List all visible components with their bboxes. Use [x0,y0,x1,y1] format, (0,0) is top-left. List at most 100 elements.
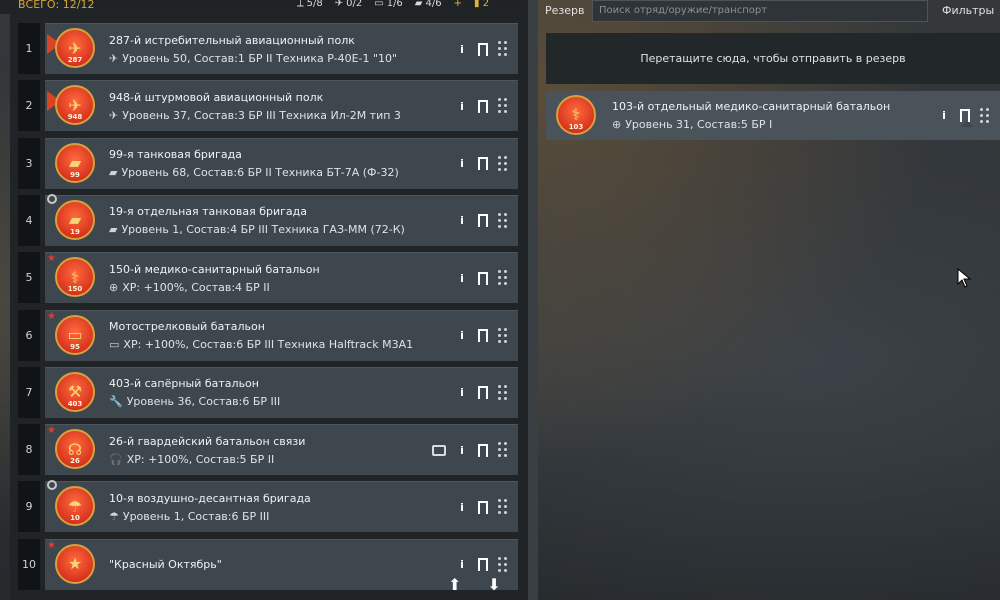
drag-handle-icon[interactable] [498,155,508,172]
plane-icon: ✈ [334,0,344,9]
squad-card[interactable]: ☂ 10 10-я воздушно-десантная бригада ☂ Урове… [45,480,518,533]
squad-row[interactable]: 2 ✈ 948 948-й штурмовой авиационный полк ✈ Ур… [18,80,518,132]
squad-actions: i [456,269,508,290]
squad-title: 99-я танковая бригада [109,148,242,162]
search-input[interactable]: Поиск отряд/оружие/транспорт [592,0,928,22]
ring-icon [47,193,57,204]
drag-handle-icon[interactable] [498,556,508,573]
squad-title: "Красный Октябрь" [109,558,222,572]
star-icon: ★ [47,253,56,265]
badge-number: 95 [70,342,80,351]
drag-handle-icon[interactable] [498,442,508,458]
squad-text: 26-й гвардейский батальон связи 🎧 XP: +100… [109,435,432,466]
bookmark-icon[interactable] [478,443,492,462]
badge-number: 287 [67,56,83,64]
squad-card[interactable]: ⚒ 403 403-й сапёрный батальон 🔧 Уровень 36, … [45,366,518,418]
squad-text: 287-й истребительный авиационный полк ✈ Ур… [109,34,456,65]
squad-actions: i [456,384,508,405]
parachute-icon: ☂ [109,509,119,523]
bookmark-icon[interactable] [478,271,492,290]
badge-number: 150 [67,285,83,294]
badge-number: 948 [67,113,83,122]
drag-handle-icon[interactable] [980,107,990,124]
move-down-arrow-icon[interactable]: ⬇ [487,575,500,594]
badge-number: 99 [70,170,80,179]
row-index: 1 [18,23,40,74]
squad-row[interactable]: 9 ☂ 10 10-я воздушно-десантная бригада ☂ Уров… [18,480,518,533]
reserve-drop-zone[interactable]: Перетащите сюда, чтобы отправить в резер… [546,33,1000,84]
info-icon[interactable]: i [456,498,468,516]
squad-row[interactable]: 4 ▰ 19 19-я отдельная танковая бригада ▰ Уров… [18,193,518,246]
unit-badge: ⚒ 403 [53,370,103,416]
squad-row[interactable]: 5 ★ ⚕ 150 150-й медико-санитарный батальон ⊕ X… [18,252,518,304]
info-icon[interactable]: i [938,107,950,125]
drag-handle-icon[interactable] [498,327,508,344]
drag-handle-icon[interactable] [498,270,508,286]
squad-row[interactable]: 3 ▰ 99 99-я танковая бригада ▰ Уровень 68, Со… [18,137,518,189]
squad-title: 287-й истребительный авиационный полк [109,33,355,47]
squad-subtitle: ✈ Уровень 37, Состав:3 БР III Техника Ил-… [109,108,401,122]
drag-handle-icon[interactable] [498,41,508,57]
bookmark-icon[interactable] [478,157,492,176]
reserve-unit-card[interactable]: ⚕ 103 103-й отдельный медико-санитарный … [546,91,1000,140]
squad-row[interactable]: 10 ★ ★ "Красный Октябрь" i [18,538,518,590]
plane-icon: ✈ [109,108,119,122]
add-slot-button[interactable]: + [454,0,462,9]
bookmark-icon[interactable] [478,500,492,519]
drag-handle-icon[interactable] [498,212,508,229]
move-up-arrow-icon[interactable]: ⬆ [448,575,461,594]
drag-handle-icon[interactable] [498,98,508,114]
drag-handle-icon[interactable] [498,499,508,515]
squad-card[interactable]: ★ ▭ 95 Мотострелковый батальон ▭ XP: +100%, С… [45,309,518,361]
squad-title: 19-я отдельная танковая бригада [109,205,307,219]
wrench-icon: 🔧 [109,395,123,409]
squad-card[interactable]: ★ ☊ 26 26-й гвардейский батальон связи 🎧 XP: … [45,424,518,476]
squad-title: 403-й сапёрный батальон [109,377,259,391]
squad-card[interactable]: ▰ 99 99-я танковая бригада ▰ Уровень 68, Сос… [45,137,518,189]
info-icon[interactable]: i [456,40,468,58]
info-icon[interactable]: i [456,441,468,459]
bookmark-icon[interactable] [478,214,492,233]
row-index: 2 [18,80,40,132]
info-icon[interactable]: i [456,212,468,230]
squad-actions: i [456,212,508,233]
squad-title: 150-й медико-санитарный батальон [109,262,320,276]
bookmark-icon[interactable] [960,109,974,127]
filters-button[interactable]: Фильтры [942,4,994,17]
row-index: 6 [18,309,40,361]
info-icon[interactable]: i [456,97,468,115]
squad-card[interactable]: ✈ 287 287-й истребительный авиационный пол… [45,23,518,74]
book-icon[interactable] [432,444,446,456]
bookmark-icon[interactable] [478,386,492,405]
squad-row[interactable]: 8 ★ ☊ 26 26-й гвардейский батальон связи 🎧 XP:… [18,424,518,476]
drag-handle-icon[interactable] [498,384,508,401]
squad-row[interactable]: 6 ★ ▭ 95 Мотострелковый батальон ▭ XP: +100%, … [18,309,518,361]
info-icon[interactable]: i [456,269,468,287]
squad-title: 10-я воздушно-десантная бригада [109,491,311,505]
counter-tank: ▰ 4/6 [414,0,442,9]
info-icon[interactable]: i [456,155,468,173]
squad-subtitle: ▰ Уровень 68, Состав:6 БР II Техника БТ-7… [109,166,399,180]
info-icon[interactable]: i [456,327,468,345]
squad-text: "Красный Октябрь" [109,558,456,571]
squad-actions: i [432,441,508,462]
bookmark-icon[interactable] [478,329,492,347]
squad-actions: i [456,97,508,118]
info-icon[interactable]: i [456,556,468,574]
unit-badge: ★ ⚕ 150 [47,253,103,301]
squad-card[interactable]: ★ ⚕ 150 150-й медико-санитарный батальон ⊕ XP… [45,252,518,304]
squad-subtitle: 🔧 Уровень 36, Состав:6 БР III [109,395,281,409]
squad-card[interactable]: ▰ 19 19-я отдельная танковая бригада ▰ Урове… [45,193,518,246]
squad-text: 19-я отдельная танковая бригада ▰ Уровень … [109,205,456,236]
squad-row[interactable]: 7 ⚒ 403 403-й сапёрный батальон 🔧 Уровень 36,… [18,366,518,418]
bookmark-icon[interactable] [478,42,492,61]
badge-number: 26 [70,457,80,466]
squad-card[interactable]: ✈ 948 948-й штурмовой авиационный полк ✈ Уро… [45,80,518,132]
unit-badge: ✈ 287 [47,26,103,72]
squad-subtitle: ⊕ XP: +100%, Состав:4 БР II [109,280,270,294]
info-icon[interactable]: i [456,384,468,402]
bookmark-icon[interactable] [478,99,492,118]
gold-counter: ▮ 2 [473,0,490,9]
squad-row[interactable]: 1 ✈ 287 287-й истребительный авиационный по… [18,23,518,74]
bookmark-icon[interactable] [478,558,492,577]
